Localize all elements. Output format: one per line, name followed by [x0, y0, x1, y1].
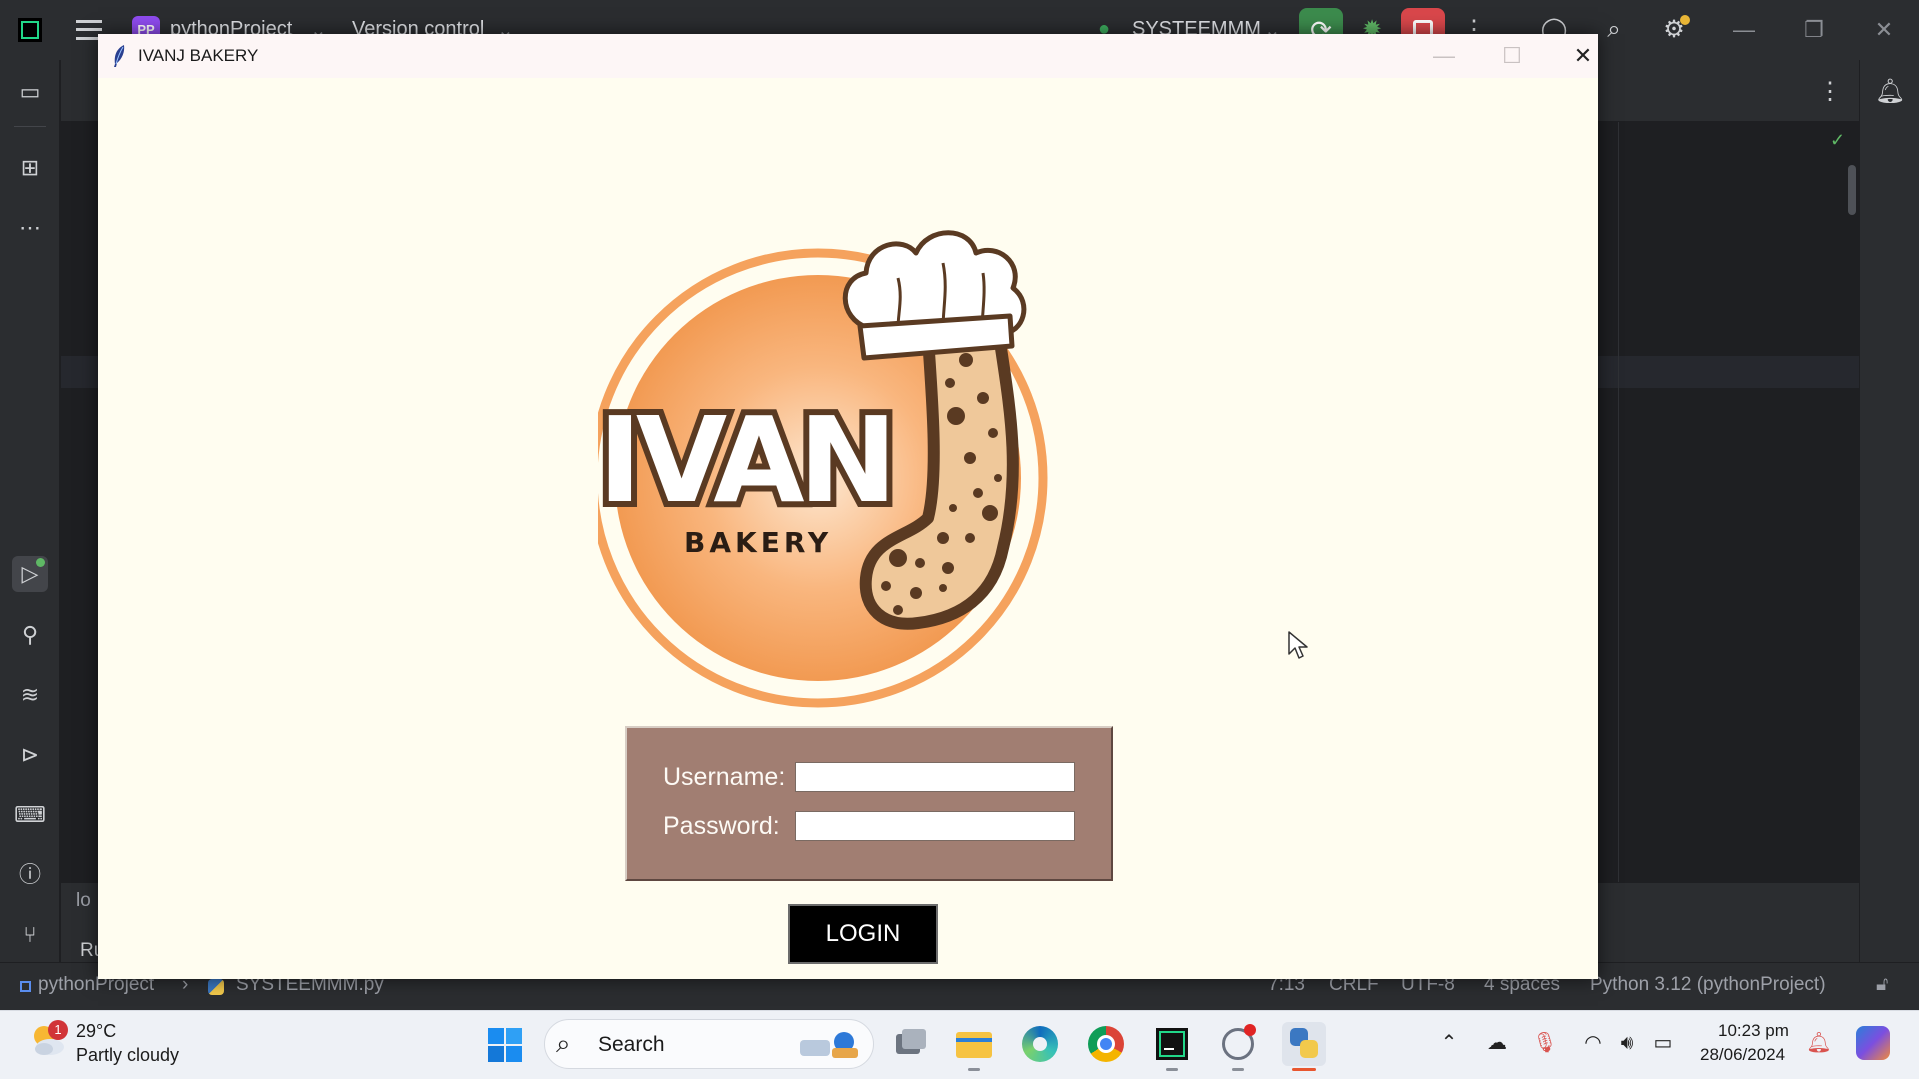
ide-left-toolbar: [0, 60, 60, 982]
folder-icon[interactable]: ▭: [12, 74, 48, 110]
toolbar-separator: [14, 126, 46, 127]
password-label: Password:: [663, 812, 780, 840]
username-label: Username:: [663, 763, 786, 791]
close-button[interactable]: ✕: [1561, 38, 1605, 74]
python-icon[interactable]: [1282, 1022, 1326, 1066]
notification-bell-icon[interactable]: 🔔︎: [1806, 1030, 1832, 1056]
weather-badge: 1: [48, 1020, 68, 1040]
app-running-indicator: [1166, 1068, 1178, 1071]
terminal-icon[interactable]: ⌨: [12, 797, 48, 833]
file-explorer-icon[interactable]: [952, 1022, 996, 1066]
tray-overflow-icon[interactable]: ⌃: [1436, 1030, 1462, 1056]
password-input[interactable]: [795, 811, 1075, 841]
layers-icon[interactable]: ≋: [12, 677, 48, 713]
app-running-indicator: [968, 1068, 980, 1071]
taskbar-search-label: Search: [598, 1033, 665, 1056]
structure-icon[interactable]: ⊞: [12, 150, 48, 186]
microphone-icon[interactable]: 🎙︎: [1532, 1030, 1558, 1056]
bakery-logo: IVAN BAKERY: [598, 230, 1048, 708]
window-content: IVAN BAKERY Username: Password: LOGIN: [98, 78, 1598, 979]
window-title: IVANJ BAKERY: [138, 46, 259, 65]
pycharm-icon[interactable]: [1150, 1022, 1194, 1066]
update-badge: [1680, 15, 1690, 25]
weather-temp[interactable]: 29°C: [76, 1021, 116, 1042]
tk-feather-icon: [114, 45, 125, 67]
copilot-icon[interactable]: [1856, 1026, 1890, 1060]
minimize-button[interactable]: —: [1422, 38, 1466, 74]
logo-text-bakery: BAKERY: [684, 526, 832, 559]
mouse-cursor-icon: [1288, 631, 1308, 659]
editor-more-icon[interactable]: ⋮: [1814, 76, 1846, 108]
ide-minimize-button[interactable]: —: [1724, 12, 1764, 48]
edge-icon[interactable]: [1018, 1022, 1062, 1066]
login-form: Username: Password:: [625, 726, 1113, 881]
username-input[interactable]: [795, 762, 1075, 792]
project-square-icon: [20, 981, 31, 992]
python-interpreter[interactable]: Python 3.12 (pythonProject): [1590, 974, 1826, 996]
lock-icon[interactable]: 🔓︎: [1876, 974, 1888, 996]
battery-icon[interactable]: ▭: [1650, 1030, 1676, 1056]
ide-close-button[interactable]: ✕: [1864, 12, 1904, 48]
running-indicator: [36, 558, 45, 567]
active-app-indicator: [1292, 1068, 1316, 1071]
logo-text-ivanj: IVAN: [598, 391, 891, 529]
maximize-button[interactable]: ☐: [1490, 38, 1534, 74]
chrome-icon[interactable]: [1084, 1022, 1128, 1066]
git-icon[interactable]: ⑂: [12, 917, 48, 953]
services-icon[interactable]: ⊳: [12, 737, 48, 773]
task-view-icon[interactable]: [888, 1022, 932, 1066]
app-running-indicator: [1232, 1068, 1244, 1071]
weather-desc[interactable]: Partly cloudy: [76, 1045, 179, 1066]
inspection-ok-icon: ✓: [1830, 130, 1846, 150]
more-icon[interactable]: ⋯: [12, 210, 48, 246]
ide-margin-line: [1618, 122, 1619, 882]
onedrive-cloud-icon[interactable]: ☁: [1484, 1030, 1510, 1056]
recorder-icon[interactable]: [1216, 1022, 1260, 1066]
run-panel-label: lo: [76, 890, 91, 911]
wifi-icon[interactable]: ◠: [1580, 1030, 1606, 1056]
clock-date[interactable]: 28/06/2024: [1700, 1045, 1785, 1065]
ide-restore-button[interactable]: ❐: [1794, 12, 1834, 48]
window-title-bar[interactable]: IVANJ BAKERY — ☐ ✕: [98, 34, 1598, 78]
ide-right-toolbar: [1860, 60, 1919, 982]
problems-icon[interactable]: ⓘ: [12, 857, 48, 893]
notifications-icon[interactable]: 🔔︎: [1874, 76, 1906, 108]
pycharm-logo-icon: [18, 18, 42, 42]
python-console-icon[interactable]: ⚲: [12, 617, 48, 653]
search-highlight-icon: [800, 1032, 858, 1058]
clock-time[interactable]: 10:23 pm: [1718, 1021, 1789, 1041]
chef-hat: [842, 230, 1027, 361]
python-file-icon: [208, 979, 224, 995]
ide-scrollbar[interactable]: [1848, 165, 1856, 215]
volume-icon[interactable]: 🔊︎: [1614, 1030, 1640, 1056]
bakery-login-window: IVANJ BAKERY — ☐ ✕ IVAN BAKERY Username:…: [98, 34, 1598, 979]
search-icon: ⌕: [556, 1028, 571, 1058]
windows-start-icon[interactable]: [487, 1027, 523, 1063]
login-button[interactable]: LOGIN: [788, 904, 938, 964]
